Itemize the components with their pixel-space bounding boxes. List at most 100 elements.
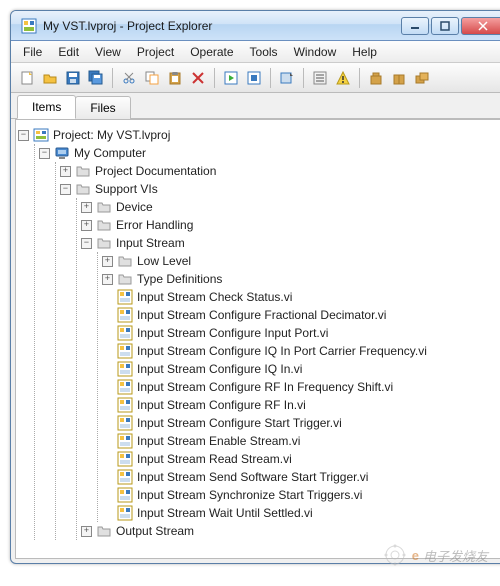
vi-icon xyxy=(117,415,133,431)
tree-node-folder[interactable]: + Error Handling xyxy=(81,216,500,234)
spacer xyxy=(102,346,113,357)
app-icon xyxy=(21,18,37,34)
tree-node-vi[interactable]: Input Stream Wait Until Settled.vi xyxy=(102,504,500,522)
tree-node-folder[interactable]: − Support VIs xyxy=(60,180,500,198)
folder-icon xyxy=(75,163,91,179)
package-icon[interactable] xyxy=(389,68,409,88)
tree-node-vi[interactable]: Input Stream Synchronize Start Triggers.… xyxy=(102,486,500,504)
menu-edit[interactable]: Edit xyxy=(50,43,87,61)
tree-node-vi[interactable]: Input Stream Configure IQ In Port Carrie… xyxy=(102,342,500,360)
expand-icon[interactable]: + xyxy=(102,256,113,267)
run-icon[interactable] xyxy=(221,68,241,88)
tree-node-vi[interactable]: Input Stream Enable Stream.vi xyxy=(102,432,500,450)
tree-node-project[interactable]: − Project: My VST.lvproj xyxy=(18,126,500,144)
copy-icon[interactable] xyxy=(142,68,162,88)
spacer xyxy=(102,472,113,483)
folder-icon xyxy=(96,235,112,251)
window-controls xyxy=(401,17,500,35)
tree-label: Input Stream Configure Start Trigger.vi xyxy=(137,416,342,430)
tree-label: Input Stream Enable Stream.vi xyxy=(137,434,300,448)
tree-node-folder[interactable]: + Low Level xyxy=(102,252,500,270)
computer-icon xyxy=(54,145,70,161)
menu-window[interactable]: Window xyxy=(286,43,345,61)
tree-label: Input Stream Synchronize Start Triggers.… xyxy=(137,488,362,502)
expand-icon[interactable]: + xyxy=(81,220,92,231)
menu-help[interactable]: Help xyxy=(344,43,385,61)
tree-label: My Computer xyxy=(74,146,146,160)
maximize-button[interactable] xyxy=(431,17,459,35)
vi-icon xyxy=(117,469,133,485)
cut-icon[interactable] xyxy=(119,68,139,88)
tree-label: Project: My VST.lvproj xyxy=(53,128,170,142)
vi-icon xyxy=(117,505,133,521)
tree-label: Input Stream xyxy=(116,236,185,250)
tree-node-folder[interactable]: + Output Stream xyxy=(81,522,500,540)
vi-icon xyxy=(117,325,133,341)
deploy-icon[interactable] xyxy=(244,68,264,88)
collapse-icon[interactable]: − xyxy=(39,148,50,159)
tree-label: Input Stream Configure Fractional Decima… xyxy=(137,308,386,322)
tree-label: Error Handling xyxy=(116,218,193,232)
spacer xyxy=(102,454,113,465)
tree-node-computer[interactable]: − My Computer xyxy=(39,144,500,162)
warning-icon[interactable] xyxy=(333,68,353,88)
tree-view[interactable]: − Project: My VST.lvproj − My Computer +… xyxy=(15,119,500,559)
tree-label: Input Stream Send Software Start Trigger… xyxy=(137,470,368,484)
tree-node-folder[interactable]: + Project Documentation xyxy=(60,162,500,180)
menu-file[interactable]: File xyxy=(15,43,50,61)
tab-items[interactable]: Items xyxy=(17,95,76,119)
tree-node-vi[interactable]: Input Stream Configure RF In.vi xyxy=(102,396,500,414)
expand-icon[interactable]: + xyxy=(102,274,113,285)
window-title: My VST.lvproj - Project Explorer xyxy=(43,19,401,33)
collapse-icon[interactable]: − xyxy=(60,184,71,195)
resolve-icon[interactable] xyxy=(277,68,297,88)
tree-node-vi[interactable]: Input Stream Configure RF In Frequency S… xyxy=(102,378,500,396)
tabbar: Items Files xyxy=(11,93,500,119)
tree-node-vi[interactable]: Input Stream Configure IQ In.vi xyxy=(102,360,500,378)
tree-node-vi[interactable]: Input Stream Configure Start Trigger.vi xyxy=(102,414,500,432)
menubar: File Edit View Project Operate Tools Win… xyxy=(11,41,500,63)
tree-label: Input Stream Configure IQ In Port Carrie… xyxy=(137,344,427,358)
folder-icon xyxy=(117,271,133,287)
tree-node-vi[interactable]: Input Stream Configure Fractional Decima… xyxy=(102,306,500,324)
build-icon[interactable] xyxy=(366,68,386,88)
vi-icon xyxy=(117,361,133,377)
tree-node-folder[interactable]: + Type Definitions xyxy=(102,270,500,288)
close-button[interactable] xyxy=(461,17,500,35)
build-spec-icon[interactable] xyxy=(412,68,432,88)
collapse-icon[interactable]: − xyxy=(81,238,92,249)
save-icon[interactable] xyxy=(63,68,83,88)
spacer xyxy=(102,292,113,303)
expand-icon[interactable]: + xyxy=(81,202,92,213)
save-all-icon[interactable] xyxy=(86,68,106,88)
minimize-button[interactable] xyxy=(401,17,429,35)
expand-icon[interactable]: + xyxy=(81,526,92,537)
expand-icon[interactable]: + xyxy=(60,166,71,177)
menu-operate[interactable]: Operate xyxy=(182,43,241,61)
tree-label: Input Stream Configure Input Port.vi xyxy=(137,326,328,340)
filter-icon[interactable] xyxy=(310,68,330,88)
menu-tools[interactable]: Tools xyxy=(242,43,286,61)
tree-node-vi[interactable]: Input Stream Check Status.vi xyxy=(102,288,500,306)
tree-node-vi[interactable]: Input Stream Configure Input Port.vi xyxy=(102,324,500,342)
tree-node-vi[interactable]: Input Stream Read Stream.vi xyxy=(102,450,500,468)
open-icon[interactable] xyxy=(40,68,60,88)
tree-node-vi[interactable]: Input Stream Send Software Start Trigger… xyxy=(102,468,500,486)
tree-label: Input Stream Check Status.vi xyxy=(137,290,292,304)
tree-label: Support VIs xyxy=(95,182,158,196)
spacer xyxy=(102,328,113,339)
vi-icon xyxy=(117,487,133,503)
delete-icon[interactable] xyxy=(188,68,208,88)
tree-node-folder[interactable]: − Input Stream xyxy=(81,234,500,252)
tree-node-folder[interactable]: + Device xyxy=(81,198,500,216)
paste-icon[interactable] xyxy=(165,68,185,88)
new-icon[interactable] xyxy=(17,68,37,88)
tab-files[interactable]: Files xyxy=(75,96,130,119)
menu-project[interactable]: Project xyxy=(129,43,182,61)
toolbar xyxy=(11,63,500,93)
tree-label: Low Level xyxy=(137,254,191,268)
menu-view[interactable]: View xyxy=(87,43,129,61)
collapse-icon[interactable]: − xyxy=(18,130,29,141)
spacer xyxy=(102,310,113,321)
spacer xyxy=(102,508,113,519)
